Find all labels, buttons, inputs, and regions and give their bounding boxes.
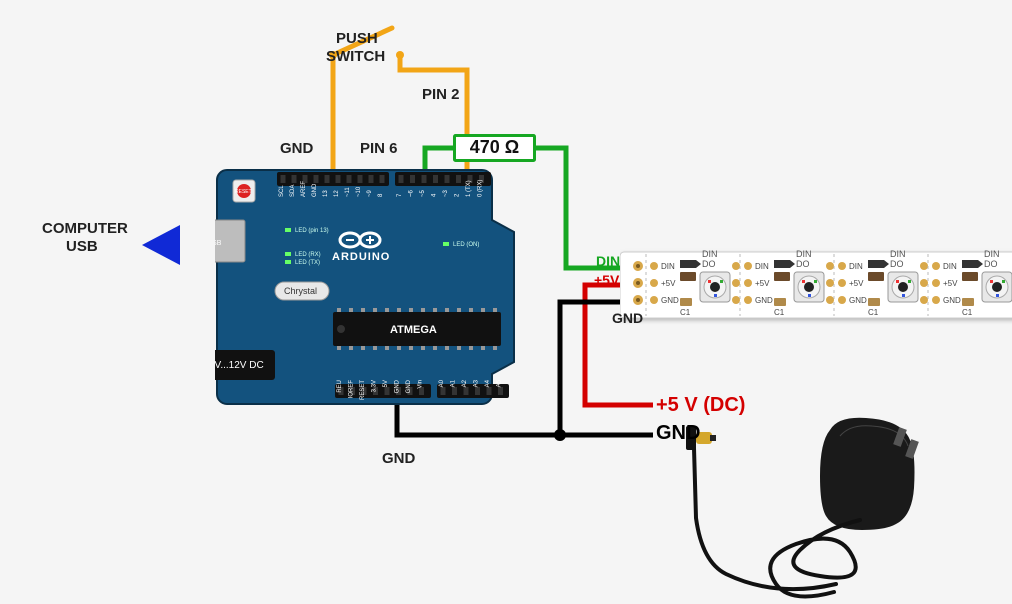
svg-text:A4: A4 (485, 379, 491, 387)
crystal: Chrystal (275, 282, 329, 300)
gnd-top-label: GND (280, 140, 313, 157)
computer-usb-l1: COMPUTER (42, 220, 128, 237)
led-on-label: LED (ON) (453, 242, 479, 248)
svg-text:C1: C1 (680, 308, 691, 317)
svg-text:GND: GND (395, 379, 401, 393)
svg-text:~9: ~9 (367, 189, 373, 197)
svg-text:5V: 5V (383, 380, 389, 387)
svg-text:A5: A5 (497, 379, 503, 387)
push-switch-label-2: SWITCH (326, 48, 385, 65)
svg-text:C1: C1 (774, 308, 785, 317)
svg-text:+5V: +5V (755, 279, 770, 288)
pin6-label: PIN 6 (360, 140, 398, 157)
resistor-value: 470 Ω (453, 137, 536, 158)
svg-text:13: 13 (323, 190, 329, 197)
led-rx-label: LED (RX) (295, 252, 321, 258)
svg-text:AREF: AREF (301, 181, 307, 197)
dc-range-label: 9V...12V DC (215, 360, 264, 371)
svg-text:GND: GND (661, 296, 679, 305)
svg-text:REU: REU (337, 380, 343, 393)
svg-text:GND: GND (943, 296, 961, 305)
svg-text:DIN: DIN (943, 262, 957, 271)
led-strip: DIN +5V GND DO C1 DIN DIN +5V GND DO C1 DIN DIN +5V GN… (620, 248, 1012, 328)
svg-text:+5V: +5V (943, 279, 958, 288)
svg-text:+5V: +5V (849, 279, 864, 288)
svg-text:12: 12 (334, 190, 340, 197)
svg-text:GND: GND (406, 379, 412, 393)
svg-text:GND: GND (849, 296, 867, 305)
usb-label: USB (215, 240, 222, 247)
led-pin13-label: LED (pin 13) (295, 228, 329, 234)
svg-text:DIN: DIN (702, 249, 718, 259)
svg-text:A2: A2 (462, 379, 468, 387)
svg-text:DIN: DIN (849, 262, 863, 271)
dc-jack: 9V...12V DC (215, 350, 275, 380)
arduino-text: ARDUINO (332, 251, 390, 263)
svg-text:DIN: DIN (796, 249, 812, 259)
svg-text:Vin: Vin (418, 380, 424, 389)
svg-text:DO: DO (984, 259, 998, 269)
usb-port: USB (215, 220, 245, 262)
gnd-strip-label: GND (612, 310, 643, 326)
gnd-bottom-label: GND (382, 450, 415, 467)
svg-text:+5V: +5V (661, 279, 676, 288)
svg-text:SCL: SCL (279, 185, 285, 197)
svg-text:A3: A3 (474, 379, 480, 387)
computer-usb-l2: USB (66, 238, 98, 255)
svg-text:A0: A0 (439, 379, 445, 387)
svg-text:SDA: SDA (290, 185, 296, 197)
svg-text:RESET: RESET (360, 380, 366, 400)
atmega-chip: ATMEGA (333, 308, 501, 350)
resistor: 470 Ω (453, 134, 536, 162)
svg-text:~10: ~10 (356, 186, 362, 197)
svg-text:~5: ~5 (420, 189, 426, 197)
gnd-big-label: GND (656, 422, 700, 445)
svg-text:3.3V: 3.3V (372, 380, 378, 392)
atmega-label: ATMEGA (390, 324, 437, 336)
crystal-label: Chrystal (284, 286, 317, 296)
svg-text:~6: ~6 (409, 189, 415, 197)
pin2-label: PIN 2 (422, 86, 460, 103)
svg-text:GND: GND (312, 183, 318, 197)
power-adapter (680, 410, 940, 600)
led-tx-label: LED (TX) (295, 260, 320, 266)
svg-text:IOREF: IOREF (349, 380, 355, 399)
svg-text:DO: DO (890, 259, 904, 269)
push-switch-label-1: PUSH (336, 30, 378, 47)
svg-text:C1: C1 (868, 308, 879, 317)
svg-text:~11: ~11 (345, 187, 351, 197)
svg-text:A1: A1 (451, 379, 457, 387)
svg-text:DIN: DIN (661, 262, 675, 271)
plus5v-label: +5V (594, 272, 619, 288)
svg-text:RESET: RESET (235, 189, 252, 195)
svg-text:DIN: DIN (984, 249, 1000, 259)
arduino-board: USB 9V...12V DC RESET SCL SDA AREF GND 13 12 ~… (215, 162, 545, 410)
reset-button: RESET (233, 180, 255, 202)
svg-text:DO: DO (702, 259, 716, 269)
svg-text:DO: DO (796, 259, 810, 269)
svg-text:GND: GND (755, 296, 773, 305)
usb-arrow-icon (130, 220, 190, 270)
plus5vdc-label: +5 V (DC) (656, 394, 745, 417)
din-label: DIN (596, 253, 620, 269)
svg-text:~3: ~3 (443, 189, 449, 197)
svg-text:DIN: DIN (755, 262, 769, 271)
svg-text:C1: C1 (962, 308, 973, 317)
svg-text:DIN: DIN (890, 249, 906, 259)
diagram-stage: USB 9V...12V DC RESET SCL SDA AREF GND 13 12 ~… (0, 0, 1012, 604)
